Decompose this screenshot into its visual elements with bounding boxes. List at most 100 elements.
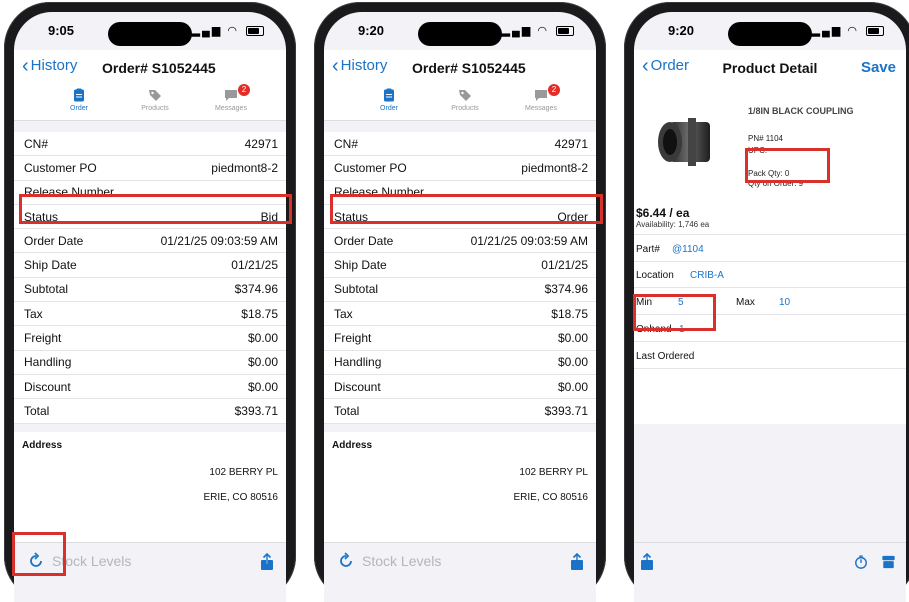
- share-icon[interactable]: [570, 553, 584, 571]
- row-cn: CN# 42971: [324, 132, 596, 157]
- label: Handling: [334, 355, 382, 370]
- order-fields: CN# 42971 Customer PO piedmont8-2 Release …: [14, 132, 286, 424]
- status-icons: ▂▄▆ ◠: [812, 24, 884, 37]
- address-line2: ERIE, CO 80516: [513, 492, 588, 503]
- highlight-status: [19, 194, 292, 224]
- battery-icon: [556, 26, 574, 37]
- address-section: Address 102 BERRY PL ERIE, CO 80516: [14, 432, 286, 542]
- row-customer-po: Customer PO piedmont8-2: [324, 156, 596, 181]
- tab-bar: Order Products 2 Messages: [14, 84, 286, 121]
- product-image: [658, 118, 710, 166]
- highlight-onhand: [633, 294, 716, 331]
- row-freight: Freight $0.00: [14, 326, 286, 351]
- label: Subtotal: [24, 282, 69, 297]
- tab-order[interactable]: Order: [354, 88, 424, 112]
- dynamic-island: [108, 22, 192, 46]
- label: Order Date: [24, 233, 84, 248]
- label: Ship Date: [334, 258, 387, 273]
- row-order-date: Order Date 01/21/25 09:03:59 AM: [14, 229, 286, 254]
- tag-icon: [149, 90, 161, 101]
- tab-label: Products: [451, 105, 479, 112]
- bottom-toolbar: [634, 542, 906, 602]
- label: Total: [24, 403, 50, 418]
- highlight-pack-qty: [745, 148, 830, 183]
- label: Discount: [24, 379, 71, 394]
- message-icon: [225, 90, 237, 101]
- stock-levels-button[interactable]: Stock Levels: [362, 553, 441, 569]
- archive-icon[interactable]: [881, 555, 896, 569]
- messages-badge: 2: [238, 84, 250, 96]
- refresh-icon[interactable]: [336, 551, 356, 571]
- tab-products[interactable]: Products: [430, 88, 500, 112]
- row-total: Total $393.71: [14, 399, 286, 424]
- value: piedmont8-2: [211, 160, 278, 175]
- label: CN#: [24, 136, 49, 151]
- availability: Availability: 1,746 ea: [636, 220, 710, 229]
- navbar: ‹ History Order# S1052445: [14, 50, 286, 84]
- tab-products[interactable]: Products: [120, 88, 190, 112]
- order-fields: CN# 42971 Customer PO piedmont8-2 Release …: [324, 132, 596, 424]
- tab-label: Order: [70, 105, 88, 112]
- address-line2: ERIE, CO 80516: [203, 492, 278, 503]
- row-handling: Handling $0.00: [324, 351, 596, 375]
- value: $374.96: [234, 282, 278, 297]
- row-ship-date: Ship Date 01/21/25: [324, 253, 596, 278]
- share-icon[interactable]: [260, 553, 274, 571]
- screen: 9:20 ▂▄▆ ◠ ‹ History Order# S1052445 Orde…: [324, 12, 596, 602]
- address-line1: 102 BERRY PL: [209, 467, 278, 478]
- part-value[interactable]: @1104: [672, 244, 704, 255]
- tag-icon: [459, 90, 471, 101]
- status-time: 9:20: [668, 23, 695, 38]
- label: Customer PO: [334, 160, 407, 175]
- timer-icon[interactable]: [854, 555, 868, 569]
- row-location: Location CRIB-A: [634, 261, 906, 288]
- label: Freight: [334, 331, 372, 346]
- value: 01/21/25 09:03:59 AM: [470, 233, 588, 248]
- label: CN#: [334, 136, 359, 151]
- bottom-toolbar: Stock Levels: [324, 542, 596, 602]
- label: Handling: [24, 355, 72, 370]
- tab-messages[interactable]: 2 Messages: [196, 84, 266, 112]
- row-handling: Handling $0.00: [14, 351, 286, 375]
- value: $18.75: [551, 306, 588, 321]
- row-last-ordered: Last Ordered: [634, 342, 906, 369]
- share-icon[interactable]: [640, 553, 654, 571]
- row-subtotal: Subtotal $374.96: [324, 278, 596, 303]
- navbar: ‹ Order Product Detail Save: [634, 50, 906, 84]
- max-label: Max: [736, 297, 755, 308]
- value: $0.00: [557, 331, 588, 346]
- tab-label: Messages: [215, 105, 247, 112]
- phone-order-order: 9:20 ▂▄▆ ◠ ‹ History Order# S1052445 Orde…: [314, 2, 606, 602]
- dynamic-island: [418, 22, 502, 46]
- value: 01/21/25 09:03:59 AM: [160, 233, 278, 248]
- address-title: Address: [332, 440, 373, 451]
- label: Order Date: [334, 233, 394, 248]
- max-value[interactable]: 10: [779, 297, 790, 308]
- chevron-left-icon: ‹: [332, 55, 339, 77]
- save-button[interactable]: Save: [861, 59, 896, 76]
- back-button[interactable]: ‹ History: [332, 55, 387, 78]
- row-discount: Discount $0.00: [14, 375, 286, 400]
- value: 01/21/25: [231, 258, 278, 273]
- tab-order[interactable]: Order: [44, 88, 114, 112]
- location-label: Location: [636, 270, 674, 281]
- last-ordered-label: Last Ordered: [636, 351, 695, 362]
- battery-icon: [866, 26, 884, 37]
- address-section: Address 102 BERRY PL ERIE, CO 80516: [324, 432, 596, 542]
- tab-messages[interactable]: 2 Messages: [506, 84, 576, 112]
- value: piedmont8-2: [521, 160, 588, 175]
- row-discount: Discount $0.00: [324, 375, 596, 400]
- back-label: History: [30, 57, 78, 74]
- row-part: Part# @1104: [634, 234, 906, 262]
- status-time: 9:20: [358, 23, 385, 38]
- address-title: Address: [22, 440, 63, 451]
- message-icon: [535, 90, 547, 101]
- value: $0.00: [247, 379, 278, 394]
- back-button[interactable]: ‹ History: [22, 55, 77, 78]
- value: $18.75: [241, 306, 278, 321]
- chevron-left-icon: ‹: [22, 55, 29, 77]
- dynamic-island: [728, 22, 812, 46]
- clipboard-icon: [384, 88, 394, 102]
- value: $374.96: [544, 282, 588, 297]
- location-value[interactable]: CRIB-A: [690, 270, 724, 281]
